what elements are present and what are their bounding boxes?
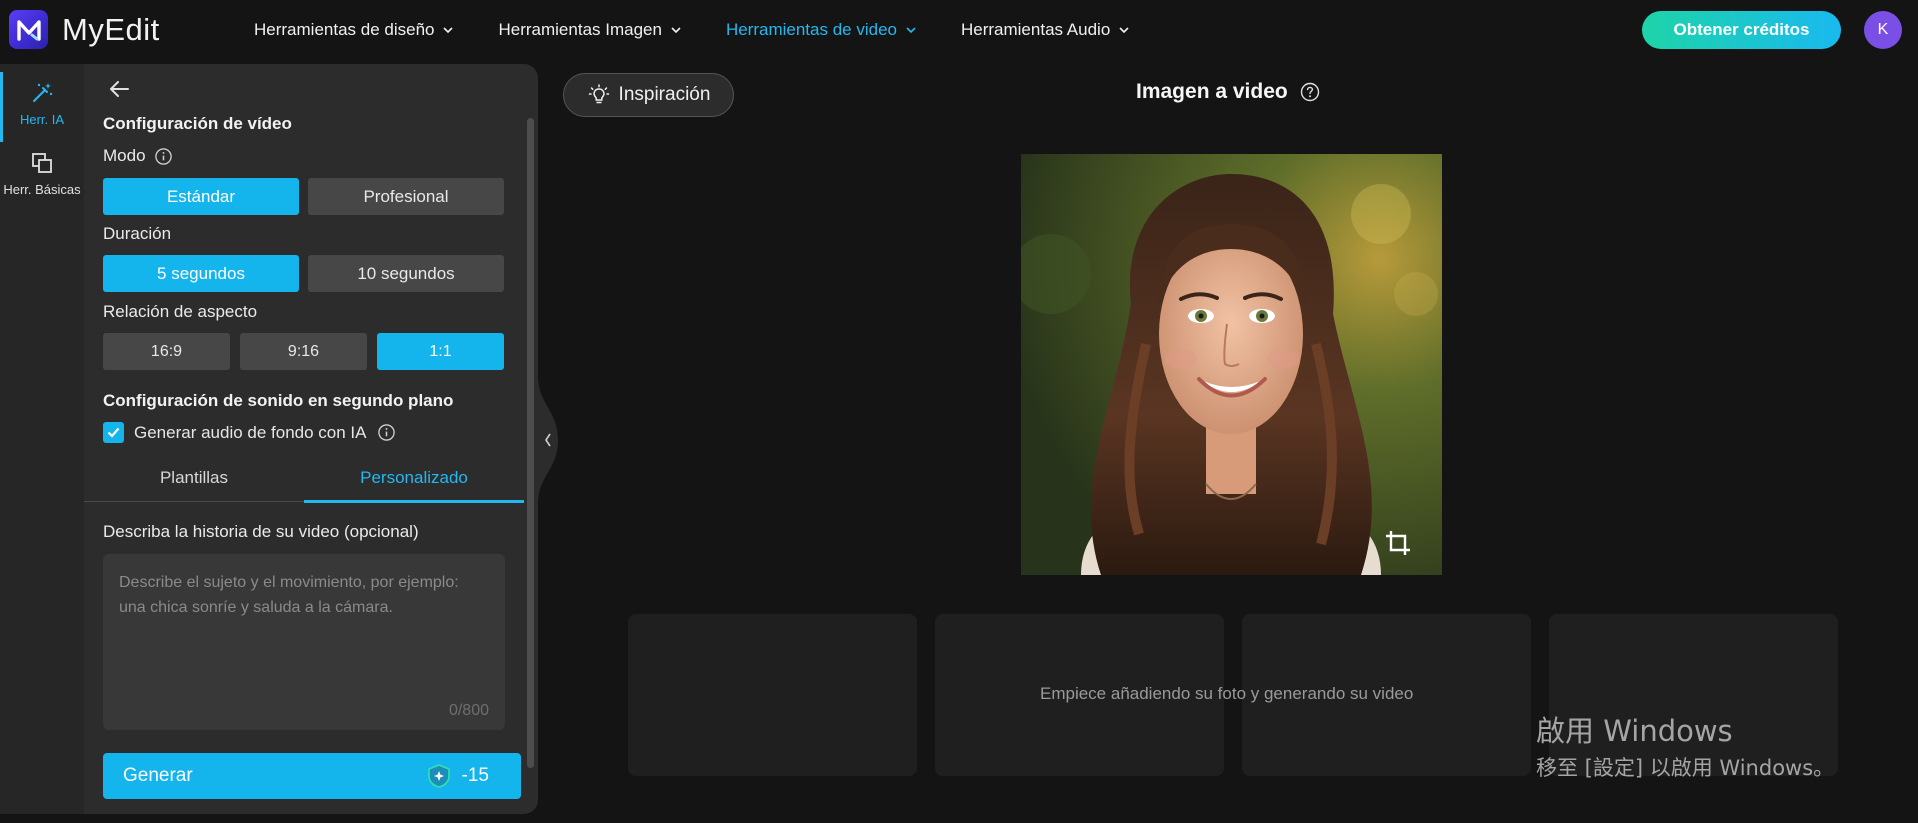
mode-standard-button[interactable]: Estándar [103, 178, 299, 215]
windows-activation-watermark: 啟用 Windows 移至 [設定] 以啟用 Windows。 [1536, 708, 1834, 782]
inspiration-label: Inspiración [618, 84, 711, 105]
app-logo[interactable]: MyEdit [9, 10, 160, 49]
ai-audio-row: Generar audio de fondo con IA [103, 422, 396, 443]
aspect-1-1-button[interactable]: 1:1 [377, 333, 504, 370]
char-counter: 0/800 [448, 702, 489, 719]
chevron-down-icon [443, 27, 454, 34]
nav-video-tools[interactable]: Herramientas de video [726, 20, 917, 40]
tab-custom[interactable]: Personalizado [304, 454, 524, 503]
settings-panel: Herr. IA Herr. Básicas Configuración de … [0, 64, 538, 814]
nav-design-tools[interactable]: Herramientas de diseño [254, 20, 454, 40]
get-credits-button[interactable]: Obtener créditos [1642, 11, 1841, 49]
back-arrow-icon[interactable] [106, 76, 132, 102]
aspect-16-9-button[interactable]: 16:9 [103, 333, 230, 370]
rail-ai-tools[interactable]: Herr. IA [0, 72, 84, 142]
chevron-down-icon [906, 27, 916, 34]
tab-templates[interactable]: Plantillas [84, 454, 304, 502]
collapse-panel-icon[interactable] [538, 375, 558, 505]
generate-cost-value: -15 [461, 765, 489, 786]
mode-professional-button[interactable]: Profesional [308, 178, 504, 215]
rail-ai-tools-label: Herr. IA [19, 112, 65, 127]
empty-state-message: Empiece añadiendo su foto y generando su… [1040, 684, 1414, 703]
story-label: Describa la historia de su video (opcion… [103, 522, 419, 541]
top-bar: MyEdit Herramientas de diseño Herramient… [0, 0, 1918, 60]
result-card [628, 614, 917, 776]
main-nav: Herramientas de diseño Herramientas Imag… [254, 0, 1174, 60]
duration-5s-button[interactable]: 5 segundos [103, 255, 299, 292]
tool-rail: Herr. IA Herr. Básicas [0, 64, 84, 814]
story-textarea[interactable] [103, 554, 505, 704]
inspiration-button[interactable]: Inspiración [563, 73, 734, 117]
user-avatar[interactable]: K [1864, 11, 1902, 49]
ai-audio-checkbox[interactable] [103, 422, 124, 443]
nav-image-tools[interactable]: Herramientas Imagen [498, 20, 681, 40]
prompt-tabs: Plantillas Personalizado [84, 454, 524, 503]
aspect-ratio-label: Relación de aspecto [103, 302, 258, 321]
nav-image-tools-label: Herramientas Imagen [498, 20, 662, 39]
mode-label-row: Modo [103, 146, 173, 166]
chevron-down-icon [1119, 27, 1129, 34]
credit-shield-icon [427, 764, 450, 788]
video-settings-title: Configuración de vídeo [103, 114, 292, 133]
help-icon[interactable] [1300, 82, 1320, 102]
panel-scrollbar[interactable] [527, 118, 534, 768]
chevron-down-icon [671, 27, 681, 34]
generate-label: Generar [123, 765, 193, 786]
magic-wand-icon [33, 83, 53, 102]
watermark-line-1: 啟用 Windows [1536, 714, 1733, 748]
nav-audio-tools-label: Herramientas Audio [960, 20, 1111, 39]
info-icon[interactable] [154, 147, 173, 166]
nav-video-tools-label: Herramientas de video [725, 20, 897, 39]
watermark-line-2: 移至 [設定] 以啟用 Windows。 [1536, 756, 1835, 780]
crop-icon[interactable] [1383, 528, 1413, 558]
settings-content: Configuración de vídeo Modo Estándar Pro… [84, 64, 524, 814]
nav-design-tools-label: Herramientas de diseño [254, 20, 435, 39]
mode-label: Modo [103, 146, 146, 165]
checkmark-icon [107, 427, 120, 438]
duration-10s-button[interactable]: 10 segundos [308, 255, 504, 292]
page-title-text: Imagen a video [1136, 80, 1288, 103]
portrait-image [1021, 154, 1442, 575]
aspect-9-16-button[interactable]: 9:16 [240, 333, 367, 370]
lightbulb-icon [588, 84, 609, 104]
app-name: MyEdit [62, 11, 160, 47]
rail-basic-tools-label: Herr. Básicas [3, 182, 81, 197]
page-title: Imagen a video [1136, 80, 1320, 104]
story-textarea-box: 0/800 [103, 554, 505, 730]
info-icon[interactable] [377, 423, 396, 442]
rail-basic-tools[interactable]: Herr. Básicas [0, 150, 84, 197]
sound-settings-title: Configuración de sonido en segundo plano [103, 391, 454, 410]
generate-button[interactable]: Generar -15 [103, 753, 521, 799]
uploaded-photo[interactable] [1021, 154, 1442, 575]
myedit-logo-icon [9, 10, 48, 49]
generate-cost: -15 [426, 763, 489, 789]
duration-label: Duración [103, 224, 172, 243]
nav-audio-tools[interactable]: Herramientas Audio [961, 20, 1130, 40]
ai-audio-label: Generar audio de fondo con IA [134, 422, 367, 442]
layers-icon [32, 153, 52, 173]
